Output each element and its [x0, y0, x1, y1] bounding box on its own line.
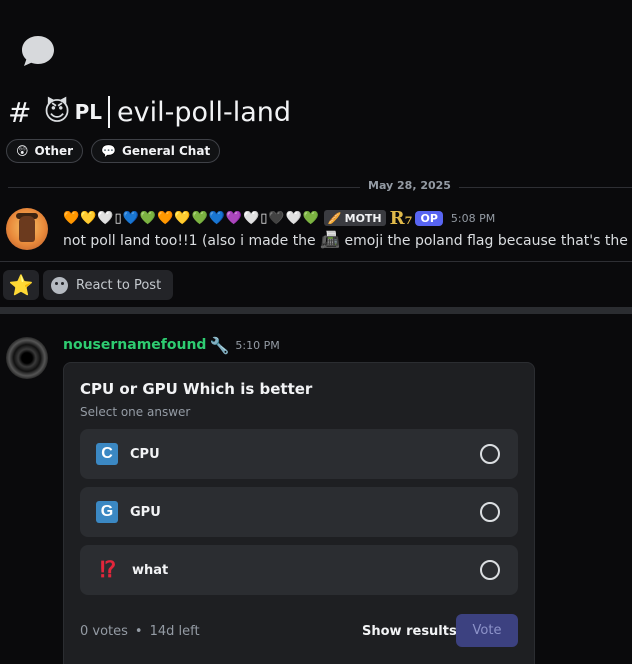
- guild-tag[interactable]: 🥖 MOTH: [323, 210, 386, 226]
- poll-option-what[interactable]: ⁉ what: [80, 545, 518, 595]
- poll-option-gpu[interactable]: G GPU: [80, 487, 518, 537]
- reaction-bar: ⭐ React to Post: [3, 270, 174, 300]
- thread-title: # 😈 PL evil-poll-land: [8, 92, 291, 132]
- react-to-post-button[interactable]: React to Post: [43, 270, 174, 300]
- poll-option-label: CPU: [130, 446, 160, 462]
- vote-count: 0 votes: [80, 624, 128, 639]
- radio-button[interactable]: [480, 502, 500, 522]
- date-divider-line: [8, 187, 632, 188]
- username[interactable]: 🧡💛🤍▯💙💚🧡💛💚💙💜🤍▯🖤🤍💚: [63, 211, 320, 226]
- radio-button[interactable]: [480, 560, 500, 580]
- show-results-button[interactable]: Show results: [362, 624, 457, 639]
- poll-option-label: what: [132, 562, 169, 578]
- radio-button[interactable]: [480, 444, 500, 464]
- post-separator: [0, 261, 632, 262]
- guild-tag-label: MOTH: [344, 211, 382, 225]
- vote-button[interactable]: Vote: [456, 614, 518, 647]
- poll-hint: Select one answer: [80, 405, 191, 419]
- react-label: React to Post: [76, 277, 162, 293]
- title-divider: [107, 96, 110, 128]
- c-icon: C: [96, 443, 118, 465]
- avatar[interactable]: [6, 208, 48, 250]
- avatar-figure: [19, 216, 35, 242]
- message-header: 🧡💛🤍▯💙💚🧡💛💚💙💜🤍▯🖤🤍💚 🥖 MOTH R₇ OP 5:08 PM: [63, 207, 495, 229]
- separator-dot: •: [134, 624, 143, 639]
- poll-option-cpu[interactable]: C CPU: [80, 429, 518, 479]
- username[interactable]: nousernamefound: [63, 337, 206, 353]
- chat-bubble-icon: [22, 36, 54, 66]
- star-icon: ⭐: [8, 273, 34, 297]
- poll-footer-info: 0 votes • 14d left: [80, 624, 200, 639]
- interrobang-icon: ⁉: [99, 557, 117, 582]
- poll-card: CPU or GPU Which is better Select one an…: [63, 362, 535, 664]
- timestamp[interactable]: 5:10 PM: [235, 339, 279, 352]
- thread-tags: 😲 Other 💬 General Chat: [6, 139, 221, 163]
- time-left: 14d left: [149, 624, 200, 639]
- discord-thread-view: # 😈 PL evil-poll-land 😲 Other 💬 General …: [0, 0, 632, 664]
- tag-general-chat[interactable]: 💬 General Chat: [91, 139, 221, 163]
- devil-emoji: 😈: [43, 97, 71, 127]
- section-band: [0, 307, 632, 314]
- guild-tag-emoji: 🥖: [327, 211, 342, 225]
- poll-option-label: GPU: [130, 504, 161, 520]
- timestamp[interactable]: 5:08 PM: [451, 212, 495, 225]
- message-content: not poll land too!!1 (also i made the 📠 …: [63, 230, 632, 249]
- message-text-end: emoji the poland flag because that's the…: [344, 233, 632, 249]
- hash-icon: #: [8, 95, 32, 129]
- message-text-start: not poll land too!!1 (also i made the: [63, 233, 321, 249]
- tag-emoji: 💬: [101, 144, 117, 158]
- smiley-icon: [51, 276, 68, 294]
- op-badge: OP: [415, 210, 443, 226]
- wrench-icon: 🔧: [209, 335, 230, 355]
- date-divider: May 28, 2025: [360, 179, 459, 192]
- message-header: nousernamefound 🔧 5:10 PM: [63, 335, 280, 355]
- g-icon: G: [96, 501, 118, 523]
- tag-other[interactable]: 😲 Other: [6, 139, 84, 163]
- poll-question: CPU or GPU Which is better: [80, 380, 313, 398]
- star-reaction[interactable]: ⭐: [3, 270, 39, 300]
- tag-label: Other: [34, 144, 74, 158]
- avatar[interactable]: [6, 337, 48, 379]
- fax-emoji[interactable]: 📠: [320, 230, 340, 249]
- rune-badge: R₇: [389, 207, 413, 229]
- tag-label: General Chat: [122, 144, 211, 158]
- thread-name: evil-poll-land: [116, 96, 292, 128]
- tag-emoji: 😲: [16, 144, 29, 158]
- thread-prefix: PL: [74, 100, 102, 124]
